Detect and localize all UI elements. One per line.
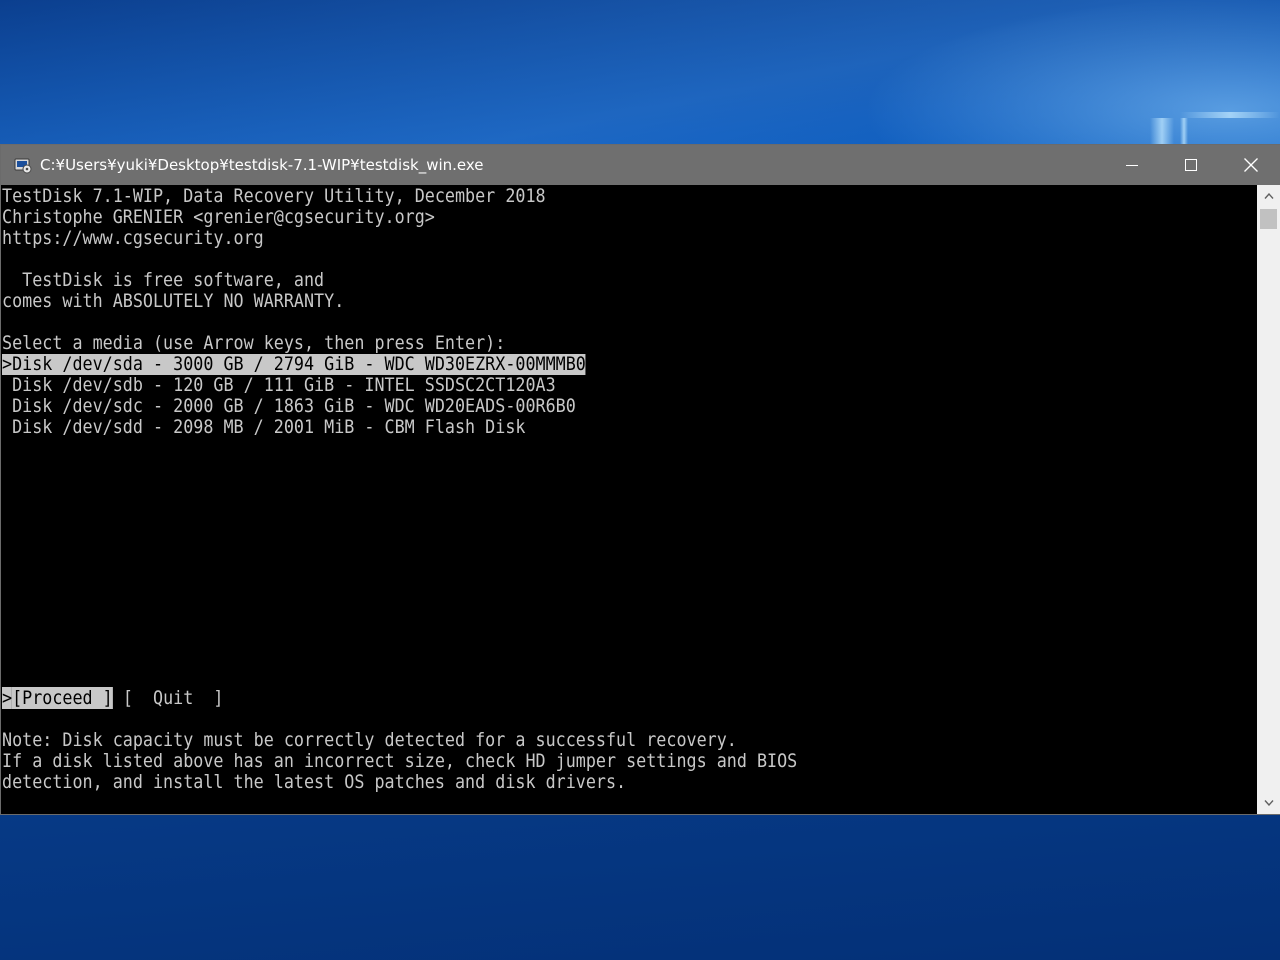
license-line: TestDisk is free software, and [2,269,325,291]
window-title: C:¥Users¥yuki¥Desktop¥testdisk-7.1-WIP¥t… [40,156,484,174]
minimize-button[interactable] [1102,145,1161,185]
wallpaper-light-beam [1180,118,1188,146]
scroll-down-arrow-icon [1263,800,1274,806]
header-line: https://www.cgsecurity.org [2,227,264,249]
console-window[interactable]: C:¥Users¥yuki¥Desktop¥testdisk-7.1-WIP¥t… [1,145,1280,814]
console-output[interactable]: TestDisk 7.1-WIP, Data Recovery Utility,… [1,185,1257,814]
disk-item-sdd[interactable]: Disk /dev/sdd - 2098 MB / 2001 MiB - CBM… [2,417,525,438]
minimize-icon [1125,165,1138,166]
license-line: comes with ABSOLUTELY NO WARRANTY. [2,290,345,312]
maximize-button[interactable] [1161,145,1220,185]
close-icon [1243,158,1258,172]
media-prompt: Select a media (use Arrow keys, then pre… [2,332,506,354]
note-line: If a disk listed above has an incorrect … [2,750,798,772]
scroll-up-arrow-icon [1263,193,1274,199]
wallpaper-light-beam [1150,118,1174,146]
action-menu: >[Proceed ] [ Quit ] [2,687,224,709]
console-app-icon [14,158,32,174]
header-line: TestDisk 7.1-WIP, Data Recovery Utility,… [2,185,546,207]
disk-item-sdb[interactable]: Disk /dev/sdb - 120 GB / 111 GiB - INTEL… [2,375,556,396]
close-button[interactable] [1221,145,1280,185]
disk-item-sdc[interactable]: Disk /dev/sdc - 2000 GB / 1863 GiB - WDC… [2,396,576,417]
scrollbar-thumb[interactable] [1260,209,1277,229]
note-line: detection, and install the latest OS pat… [2,771,627,793]
vertical-scrollbar[interactable] [1257,185,1280,814]
note-line: Note: Disk capacity must be correctly de… [2,729,737,751]
scroll-down-button[interactable] [1257,792,1280,814]
wallpaper-light-beam [1180,112,1280,118]
quit-button[interactable]: [ Quit ] [123,687,224,709]
scroll-up-button[interactable] [1257,185,1280,207]
window-titlebar[interactable]: C:¥Users¥yuki¥Desktop¥testdisk-7.1-WIP¥t… [1,145,1280,185]
disk-item-sda[interactable]: >Disk /dev/sda - 3000 GB / 2794 GiB - WD… [2,354,586,375]
header-line: Christophe GRENIER <grenier@cgsecurity.o… [2,206,435,228]
maximize-icon [1184,159,1197,171]
proceed-button[interactable]: [Proceed ] [12,687,113,709]
action-cursor: > [2,687,13,709]
